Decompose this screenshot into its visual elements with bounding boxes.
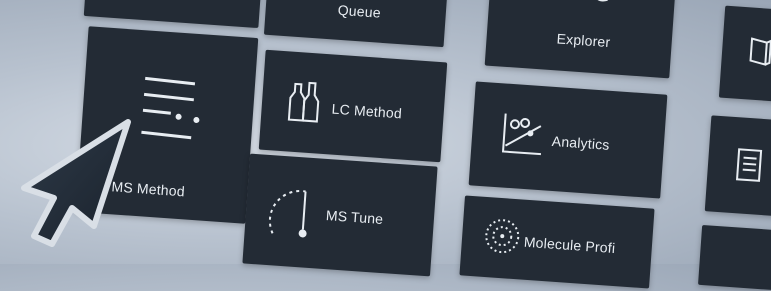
tile-ms-tune[interactable]: MS Tune — [242, 153, 438, 277]
tile-queue[interactable]: Queue — [263, 0, 449, 48]
tile-analytics[interactable]: Analytics — [468, 81, 668, 199]
tile-ms-tune-label: MS Tune — [325, 207, 384, 228]
dial-icon — [268, 183, 328, 246]
mouse-pointer-icon — [10, 112, 150, 252]
bottles-icon — [282, 75, 325, 129]
scatter-chart-icon — [498, 111, 545, 163]
dotted-circle-icon — [478, 213, 525, 265]
tile-lc-method-label: LC Method — [331, 100, 403, 122]
tile-right-top[interactable] — [718, 5, 771, 103]
document-list-icon — [735, 147, 764, 188]
book-icon — [747, 35, 771, 72]
tile-molecule-profiler[interactable]: Molecule Profi — [459, 195, 655, 289]
tile-molecule-profiler-label: Molecule Profi — [523, 233, 616, 257]
tile-right-mid[interactable] — [704, 115, 771, 217]
tile-explorer[interactable]: Explorer — [484, 0, 677, 79]
tile-right-bottom[interactable] — [698, 224, 771, 291]
tile-top-left[interactable] — [83, 0, 262, 29]
tile-lc-method[interactable]: LC Method — [258, 49, 448, 163]
tile-analytics-label: Analytics — [551, 132, 611, 153]
app-launcher-grid: Queue Explorer MS Method LC Method Analy… — [0, 0, 771, 291]
tile-explorer-label: Explorer — [556, 30, 611, 51]
explorer-icon — [548, 0, 610, 17]
tile-queue-label: Queue — [337, 1, 382, 21]
